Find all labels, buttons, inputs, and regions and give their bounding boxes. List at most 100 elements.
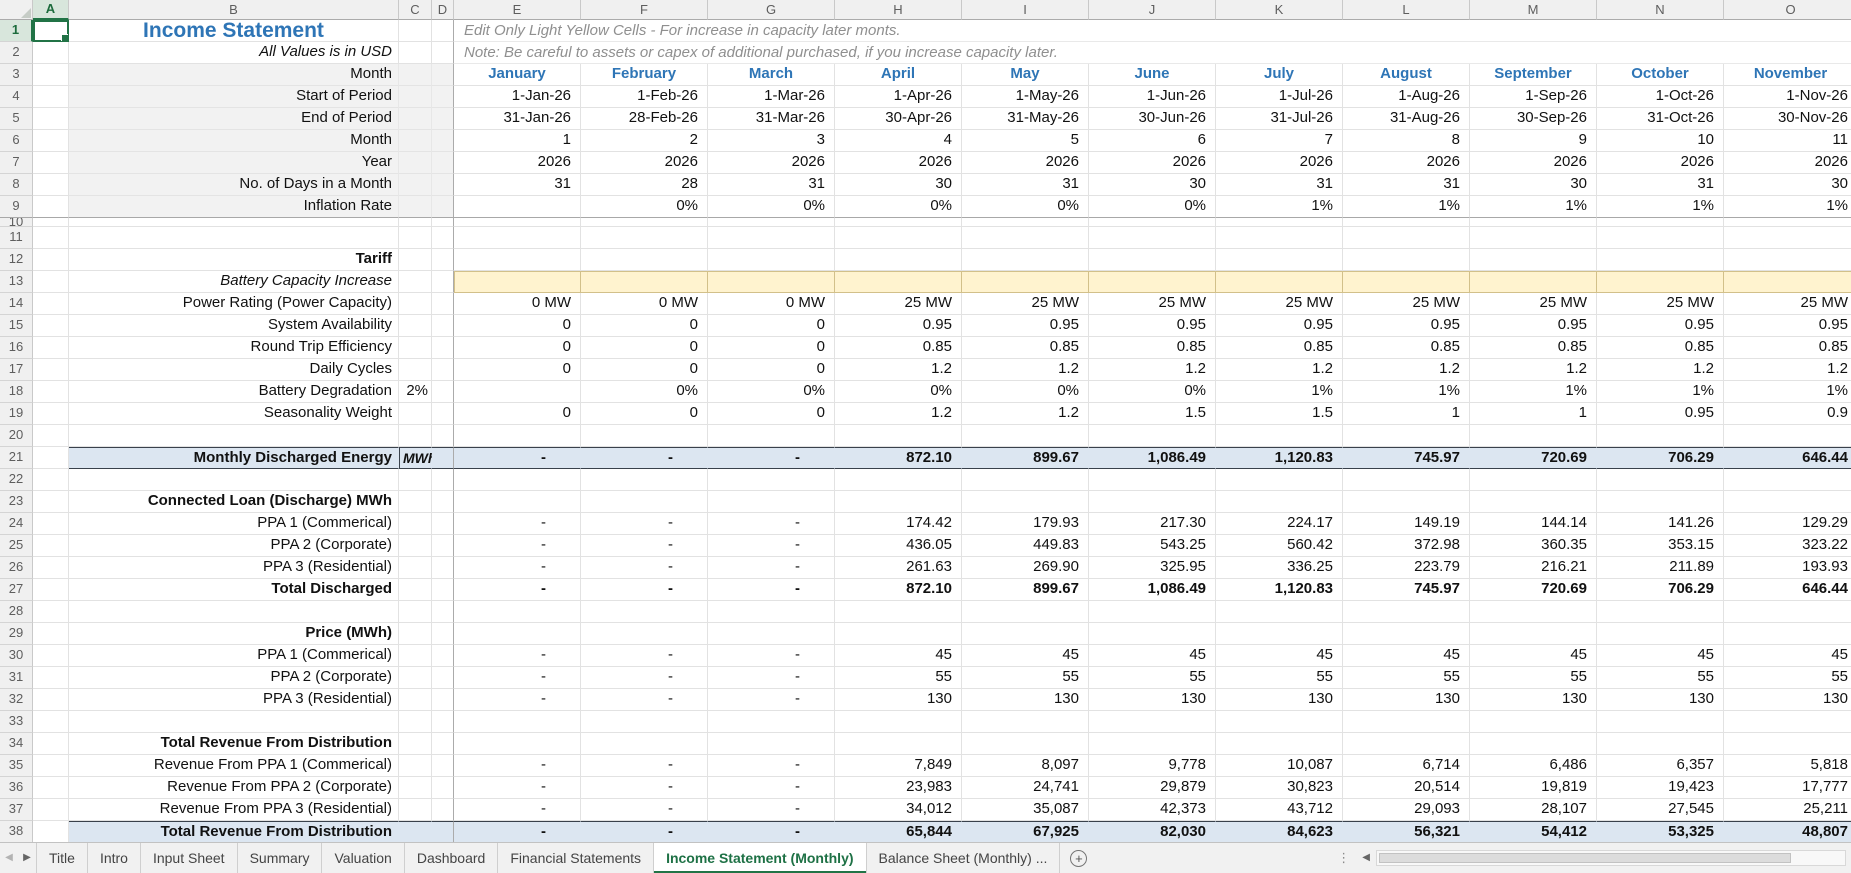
cell-G11[interactable] bbox=[708, 227, 835, 249]
cell-K34[interactable] bbox=[1216, 733, 1343, 755]
cell-H32[interactable]: 130 bbox=[835, 689, 962, 711]
cell-A16[interactable] bbox=[33, 337, 69, 359]
row-header-28[interactable]: 28 bbox=[0, 601, 33, 623]
row-header-17[interactable]: 17 bbox=[0, 359, 33, 381]
cell-B26[interactable]: PPA 3 (Residential) bbox=[69, 557, 399, 579]
column-header-G[interactable]: G bbox=[708, 0, 835, 20]
cell-B33[interactable] bbox=[69, 711, 399, 733]
row-header-37[interactable]: 37 bbox=[0, 799, 33, 821]
row-header-16[interactable]: 16 bbox=[0, 337, 33, 359]
cell-G34[interactable] bbox=[708, 733, 835, 755]
cell-J24[interactable]: 217.30 bbox=[1089, 513, 1216, 535]
cell-D15[interactable] bbox=[432, 315, 454, 337]
row-header-11[interactable]: 11 bbox=[0, 227, 33, 249]
cell-D26[interactable] bbox=[432, 557, 454, 579]
cell-K18[interactable]: 1% bbox=[1216, 381, 1343, 403]
cell-O33[interactable] bbox=[1724, 711, 1851, 733]
cell-N14[interactable]: 25 MW bbox=[1597, 293, 1724, 315]
cell-D25[interactable] bbox=[432, 535, 454, 557]
cell-J37[interactable]: 42,373 bbox=[1089, 799, 1216, 821]
cell-B18[interactable]: Battery Degradation bbox=[69, 381, 399, 403]
cell-B35[interactable]: Revenue From PPA 1 (Commerical) bbox=[69, 755, 399, 777]
cell-N17[interactable]: 1.2 bbox=[1597, 359, 1724, 381]
cell-A18[interactable] bbox=[33, 381, 69, 403]
cell-F21[interactable]: - bbox=[581, 447, 708, 469]
cell-H25[interactable]: 436.05 bbox=[835, 535, 962, 557]
cell-D38[interactable] bbox=[432, 821, 454, 842]
cell-B37[interactable]: Revenue From PPA 3 (Residential) bbox=[69, 799, 399, 821]
cell-K19[interactable]: 1.5 bbox=[1216, 403, 1343, 425]
cell-K9[interactable]: 1% bbox=[1216, 196, 1343, 218]
cell-L18[interactable]: 1% bbox=[1343, 381, 1470, 403]
cell-G9[interactable]: 0% bbox=[708, 196, 835, 218]
cell-C36[interactable] bbox=[399, 777, 432, 799]
cell-E15[interactable]: 0 bbox=[454, 315, 581, 337]
cell-N24[interactable]: 141.26 bbox=[1597, 513, 1724, 535]
cell-L16[interactable]: 0.85 bbox=[1343, 337, 1470, 359]
cell-N13[interactable] bbox=[1597, 271, 1724, 293]
cell-L31[interactable]: 55 bbox=[1343, 667, 1470, 689]
cell-B17[interactable]: Daily Cycles bbox=[69, 359, 399, 381]
cell-M33[interactable] bbox=[1470, 711, 1597, 733]
selected-cell-A1[interactable] bbox=[33, 20, 69, 42]
cell-G35[interactable]: - bbox=[708, 755, 835, 777]
cell-J23[interactable] bbox=[1089, 491, 1216, 513]
cell-K4[interactable]: 1-Jul-26 bbox=[1216, 86, 1343, 108]
cell-O36[interactable]: 17,777 bbox=[1724, 777, 1851, 799]
cell-J6[interactable]: 6 bbox=[1089, 130, 1216, 152]
cell-I6[interactable]: 5 bbox=[962, 130, 1089, 152]
cell-M26[interactable]: 216.21 bbox=[1470, 557, 1597, 579]
cell-K7[interactable]: 2026 bbox=[1216, 152, 1343, 174]
cell-D1[interactable] bbox=[432, 20, 454, 42]
cell-H28[interactable] bbox=[835, 601, 962, 623]
cell-K36[interactable]: 30,823 bbox=[1216, 777, 1343, 799]
cell-E9[interactable] bbox=[454, 196, 581, 218]
cell-H3[interactable]: April bbox=[835, 64, 962, 86]
cell-M14[interactable]: 25 MW bbox=[1470, 293, 1597, 315]
cell-B16[interactable]: Round Trip Efficiency bbox=[69, 337, 399, 359]
column-header-K[interactable]: K bbox=[1216, 0, 1343, 20]
cell-A26[interactable] bbox=[33, 557, 69, 579]
column-header-F[interactable]: F bbox=[581, 0, 708, 20]
cell-N34[interactable] bbox=[1597, 733, 1724, 755]
row-header-21[interactable]: 21 bbox=[0, 447, 33, 469]
cell-J27[interactable]: 1,086.49 bbox=[1089, 579, 1216, 601]
row-header-31[interactable]: 31 bbox=[0, 667, 33, 689]
cell-D14[interactable] bbox=[432, 293, 454, 315]
cell-K6[interactable]: 7 bbox=[1216, 130, 1343, 152]
cell-E8[interactable]: 31 bbox=[454, 174, 581, 196]
cell-I37[interactable]: 35,087 bbox=[962, 799, 1089, 821]
cell-D22[interactable] bbox=[432, 469, 454, 491]
cell-M5[interactable]: 30-Sep-26 bbox=[1470, 108, 1597, 130]
cell-O6[interactable]: 11 bbox=[1724, 130, 1851, 152]
cell-H8[interactable]: 30 bbox=[835, 174, 962, 196]
cell-L33[interactable] bbox=[1343, 711, 1470, 733]
cell-N20[interactable] bbox=[1597, 425, 1724, 447]
cell-C32[interactable] bbox=[399, 689, 432, 711]
cell-J34[interactable] bbox=[1089, 733, 1216, 755]
cell-H6[interactable]: 4 bbox=[835, 130, 962, 152]
cell-N35[interactable]: 6,357 bbox=[1597, 755, 1724, 777]
cell-E24[interactable]: - bbox=[454, 513, 581, 535]
cell-H37[interactable]: 34,012 bbox=[835, 799, 962, 821]
cell-G19[interactable]: 0 bbox=[708, 403, 835, 425]
cell-H36[interactable]: 23,983 bbox=[835, 777, 962, 799]
cell-N15[interactable]: 0.95 bbox=[1597, 315, 1724, 337]
cell-D19[interactable] bbox=[432, 403, 454, 425]
cell-A35[interactable] bbox=[33, 755, 69, 777]
cell-E35[interactable]: - bbox=[454, 755, 581, 777]
cell-N5[interactable]: 31-Oct-26 bbox=[1597, 108, 1724, 130]
cell-M36[interactable]: 19,819 bbox=[1470, 777, 1597, 799]
cell-E7[interactable]: 2026 bbox=[454, 152, 581, 174]
cell-N36[interactable]: 19,423 bbox=[1597, 777, 1724, 799]
cell-N10[interactable] bbox=[1597, 218, 1724, 227]
cell-A31[interactable] bbox=[33, 667, 69, 689]
cell-C14[interactable] bbox=[399, 293, 432, 315]
cell-C35[interactable] bbox=[399, 755, 432, 777]
cell-H10[interactable] bbox=[835, 218, 962, 227]
cell-K14[interactable]: 25 MW bbox=[1216, 293, 1343, 315]
column-header-C[interactable]: C bbox=[399, 0, 432, 20]
cell-O25[interactable]: 323.22 bbox=[1724, 535, 1851, 557]
cell-B30[interactable]: PPA 1 (Commerical) bbox=[69, 645, 399, 667]
cell-O9[interactable]: 1% bbox=[1724, 196, 1851, 218]
